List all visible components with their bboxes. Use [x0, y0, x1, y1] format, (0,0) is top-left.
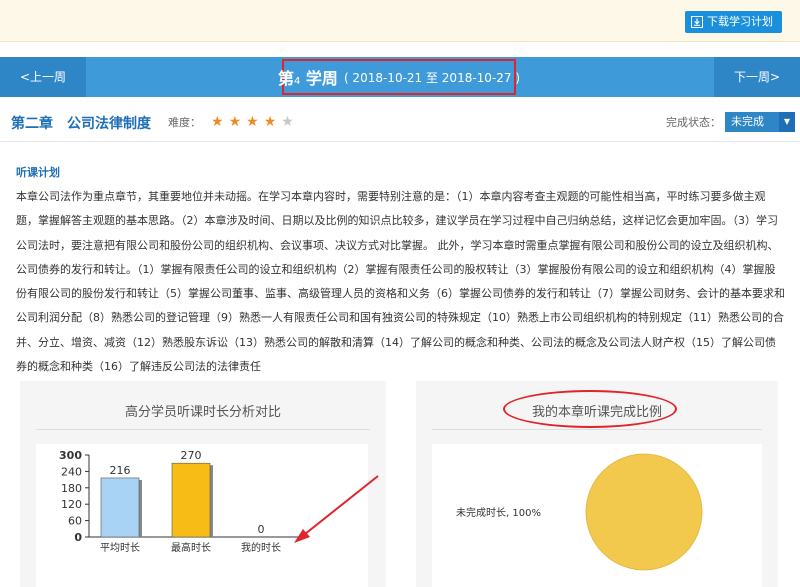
panel-divider	[36, 429, 370, 430]
week-navigation-bar: <上一周 第4 学周 ( 2018-10-21 至 2018-10-27 ) 下…	[0, 57, 800, 97]
x-tick-label: 我的时长	[241, 541, 281, 554]
status-value: 未完成	[731, 115, 764, 128]
top-toolbar: 下载学习计划	[0, 0, 800, 42]
x-tick-label: 平均时长	[100, 542, 140, 554]
difficulty-rating: 难度： ★ ★ ★ ★ ★	[168, 114, 294, 130]
status-dropdown[interactable]: 未完成 ▼	[725, 112, 795, 132]
difficulty-stars: ★ ★ ★ ★ ★	[211, 115, 294, 129]
star-empty-icon: ★	[281, 114, 294, 130]
panel-divider	[432, 429, 762, 430]
y-tick-label: 300	[59, 449, 82, 462]
difficulty-label: 难度：	[168, 116, 201, 129]
highlight-oval	[503, 390, 677, 428]
chapter-header: 第二章 公司法律制度 难度： ★ ★ ★ ★ ★ 完成状态： 未完成 ▼	[0, 107, 800, 137]
star-filled-icon: ★	[246, 114, 259, 130]
pie-slice	[585, 453, 703, 571]
pie-slice-label: 未完成时长, 100%	[456, 506, 541, 519]
bar	[171, 462, 211, 538]
plan-text: 本章公司法作为重点章节，其重要地位并未动摇。在学习本章内容时，需要特别注意的是：…	[16, 190, 785, 374]
star-filled-icon: ★	[263, 114, 277, 130]
completion-status: 完成状态： 未完成 ▼	[666, 112, 795, 132]
x-tick-label: 最高时长	[171, 541, 211, 554]
header-divider	[0, 141, 800, 142]
previous-week-button[interactable]: <上一周	[0, 57, 86, 97]
y-tick-label: 240	[61, 465, 82, 478]
duration-comparison-title: 高分学员听课时长分析对比	[124, 405, 281, 420]
week-date-range: ( 2018-10-21 至 2018-10-27 )	[343, 70, 521, 85]
bar-value-label: 0	[258, 523, 265, 536]
annotation-arrow	[294, 475, 379, 543]
plan-heading: 听课计划	[16, 166, 60, 179]
download-plan-label: 下载学习计划	[707, 15, 773, 28]
download-plan-button[interactable]: 下载学习计划	[685, 11, 782, 33]
y-tick-label: 60	[68, 515, 82, 528]
bar-value-label: 270	[181, 449, 202, 462]
status-label: 完成状态：	[666, 116, 721, 129]
y-tick-label: 0	[74, 531, 82, 544]
bar	[100, 477, 140, 538]
pie-chart: 未完成时长, 100%	[456, 453, 703, 571]
chapter-title: 第二章 公司法律制度	[11, 116, 151, 132]
star-filled-icon: ★	[228, 114, 242, 130]
week-number: 第4 学周	[277, 69, 338, 88]
y-tick-label: 120	[61, 498, 82, 511]
week-title: 第4 学周 ( 2018-10-21 至 2018-10-27 )	[278, 59, 520, 95]
next-week-button[interactable]: 下一周>	[714, 57, 800, 97]
download-icon	[691, 16, 703, 28]
y-tick-label: 180	[61, 482, 82, 495]
bar-value-label: 216	[110, 464, 131, 477]
star-filled-icon: ★	[211, 114, 224, 130]
chevron-down-icon: ▼	[779, 112, 795, 132]
pie-chart-container: 未完成时长, 100%	[432, 444, 762, 587]
